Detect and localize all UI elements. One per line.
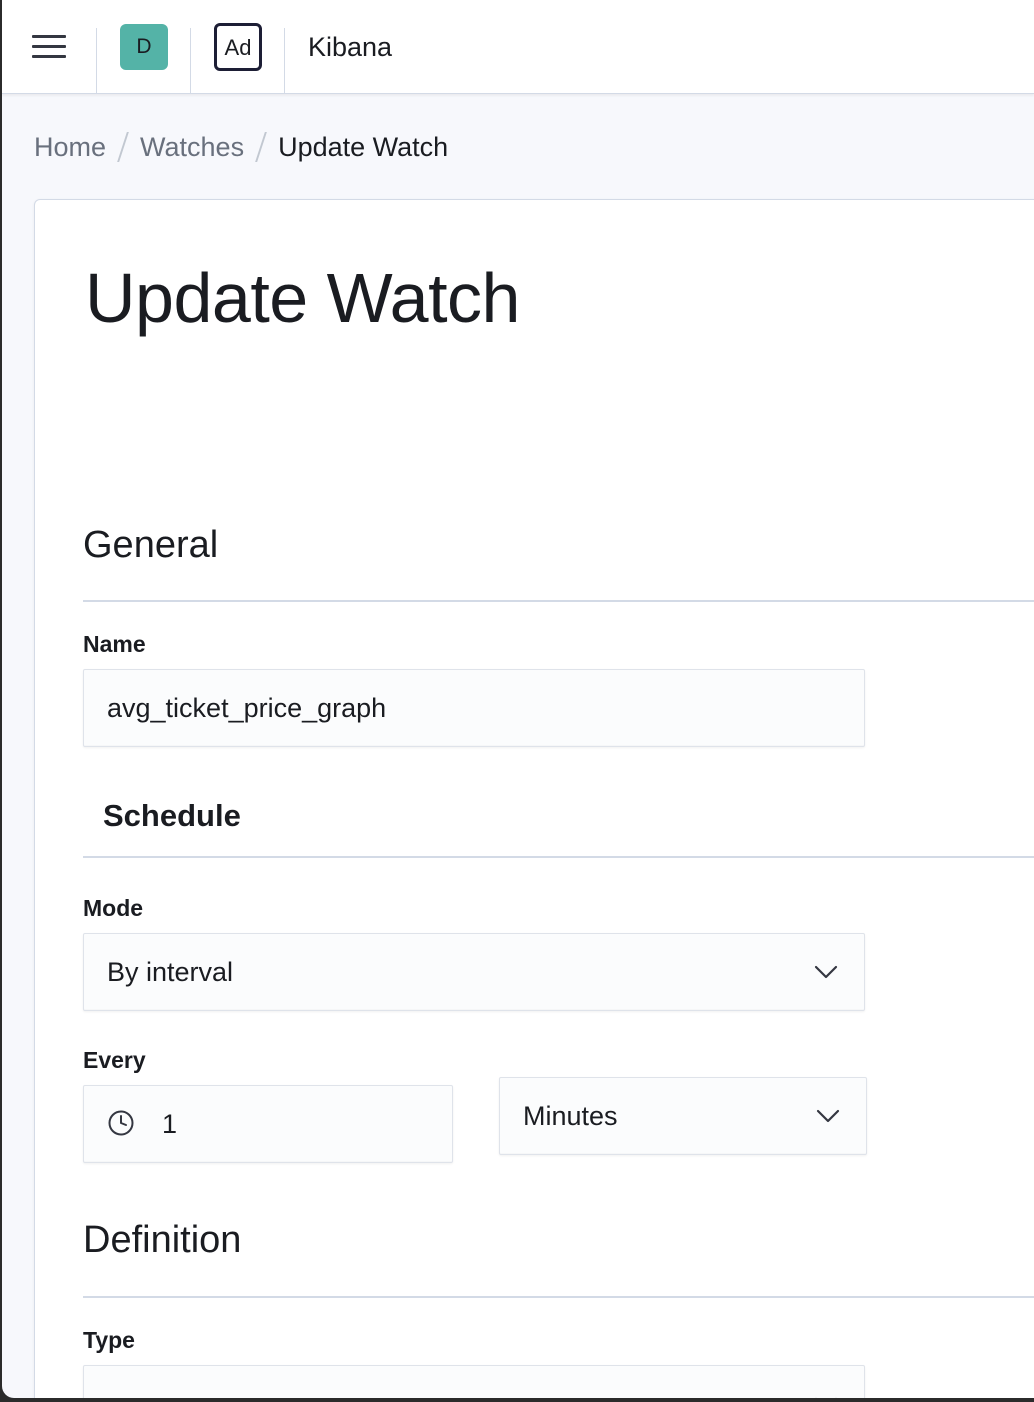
header-divider — [284, 28, 285, 94]
every-label: Every — [83, 1047, 146, 1073]
type-label: Type — [83, 1327, 135, 1353]
page-title: Update Watch — [85, 259, 520, 337]
header-divider — [190, 28, 191, 94]
interval-number-input[interactable]: 1 — [83, 1085, 453, 1163]
mode-select-value: By interval — [107, 957, 234, 987]
breadcrumb-watches[interactable]: Watches — [140, 132, 244, 163]
chevron-down-icon — [815, 1397, 837, 1398]
breadcrumb-home[interactable]: Home — [34, 132, 106, 163]
clock-icon — [108, 1110, 134, 1136]
interval-number-value: 1 — [162, 1109, 178, 1139]
section-divider — [83, 600, 1034, 602]
name-field-value: avg_ticket_price_graph — [107, 693, 387, 723]
interval-unit-select[interactable]: Minutes — [499, 1077, 867, 1155]
app-avatar[interactable]: Ad — [214, 23, 262, 71]
type-select[interactable] — [83, 1365, 865, 1398]
menu-button[interactable] — [2, 0, 96, 94]
breadcrumb: Home Watches Update Watch — [34, 128, 448, 166]
watch-form-panel: Update Watch General Name avg_ticket_pri… — [34, 199, 1034, 1398]
section-definition-title: Definition — [83, 1219, 242, 1261]
header-divider — [96, 28, 97, 94]
brand-title: Kibana — [308, 32, 393, 62]
top-header: D Ad Kibana — [2, 0, 1034, 94]
section-divider — [83, 1296, 1034, 1298]
breadcrumb-separator — [117, 132, 129, 162]
mode-label: Mode — [83, 895, 144, 921]
section-general-title: General — [83, 524, 219, 566]
kibana-viewport: D Ad Kibana Home Watches Update Watch Up… — [2, 0, 1034, 1398]
interval-unit-value: Minutes — [523, 1101, 618, 1131]
mode-select[interactable]: By interval — [83, 933, 865, 1011]
name-label: Name — [83, 631, 146, 657]
chevron-down-icon — [814, 965, 838, 979]
chevron-down-icon — [816, 1109, 840, 1123]
hamburger-menu-icon — [32, 35, 66, 61]
section-divider — [83, 856, 1034, 858]
name-field[interactable]: avg_ticket_price_graph — [83, 669, 865, 747]
schedule-title: Schedule — [103, 798, 241, 833]
breadcrumb-current: Update Watch — [278, 131, 449, 162]
space-avatar[interactable]: D — [120, 24, 168, 70]
breadcrumb-separator — [255, 132, 267, 162]
